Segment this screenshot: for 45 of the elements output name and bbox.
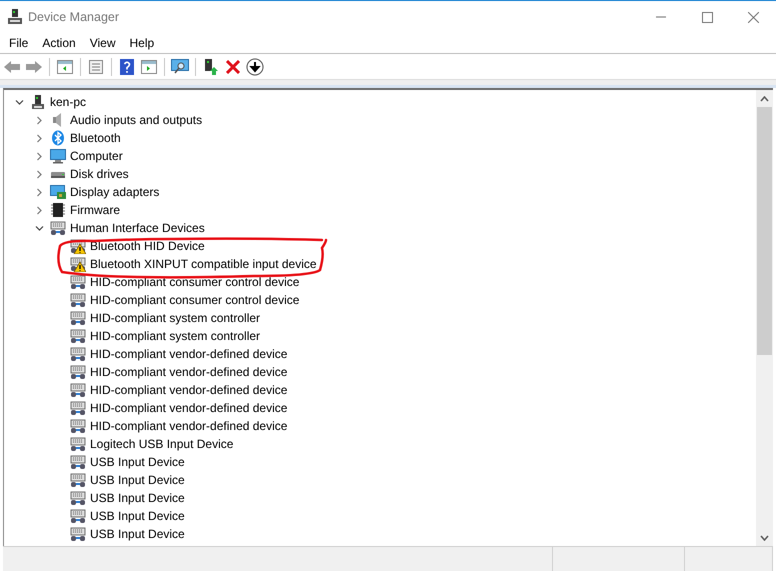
- tree-item[interactable]: Disk drives: [70, 167, 129, 181]
- download-icon[interactable]: [245, 56, 265, 76]
- bluetooth-icon: [50, 130, 66, 146]
- minimize-icon[interactable]: [656, 16, 666, 18]
- tree-item[interactable]: USB Input Device: [90, 527, 185, 541]
- tree-item[interactable]: HID-compliant vendor-defined device: [90, 347, 288, 361]
- tree-item[interactable]: USB Input Device: [90, 509, 185, 523]
- tree-item[interactable]: Bluetooth XINPUT compatible input device: [90, 257, 317, 271]
- chevron-down-icon: [760, 534, 769, 540]
- tree-item[interactable]: USB Input Device: [90, 491, 185, 505]
- tree-item[interactable]: Logitech USB Input Device: [90, 437, 234, 451]
- tree-item[interactable]: Computer: [70, 149, 123, 163]
- menu-item[interactable]: File: [2, 33, 36, 53]
- chevron-up-icon: [760, 96, 769, 102]
- device-manager-icon: [8, 9, 22, 25]
- tree-item[interactable]: HID-compliant vendor-defined device: [90, 401, 288, 415]
- window-title: Device Manager: [28, 10, 120, 24]
- tree-item[interactable]: Bluetooth: [70, 131, 121, 145]
- tree-item[interactable]: HID-compliant consumer control device: [90, 293, 300, 307]
- tree-item[interactable]: HID-compliant system controller: [90, 329, 260, 343]
- scrollbar-thumb[interactable]: [757, 107, 772, 355]
- keyboard-icon: [50, 220, 66, 236]
- menu-item[interactable]: Action: [35, 33, 83, 53]
- tree-item[interactable]: HID-compliant vendor-defined device: [90, 419, 288, 433]
- tree-item[interactable]: USB Input Device: [90, 455, 185, 469]
- tree-item[interactable]: HID-compliant system controller: [90, 311, 260, 325]
- tree-item[interactable]: USB Input Device: [90, 473, 185, 487]
- tree-item[interactable]: ken-pc: [50, 95, 86, 109]
- display-adapter-icon: [50, 184, 66, 200]
- tree-item[interactable]: Audio inputs and outputs: [70, 113, 202, 127]
- chip-icon: [50, 202, 66, 218]
- monitor-icon: [50, 148, 66, 164]
- tree-item[interactable]: HID-compliant vendor-defined device: [90, 365, 288, 379]
- close-icon[interactable]: [748, 12, 758, 22]
- tree-item[interactable]: Display adapters: [70, 185, 160, 199]
- menu-item[interactable]: Help: [122, 33, 162, 53]
- maximize-icon[interactable]: [702, 12, 712, 22]
- computer-tower-icon: [30, 94, 46, 110]
- tree-item[interactable]: Firmware: [70, 203, 120, 217]
- tree-item[interactable]: Bluetooth HID Device: [90, 239, 205, 253]
- tree-item[interactable]: Human Interface Devices: [70, 221, 205, 235]
- tree-item[interactable]: HID-compliant consumer control device: [90, 275, 300, 289]
- help-icon[interactable]: [117, 56, 137, 76]
- menu-item[interactable]: View: [82, 33, 122, 53]
- tree-item[interactable]: HID-compliant vendor-defined device: [90, 383, 288, 397]
